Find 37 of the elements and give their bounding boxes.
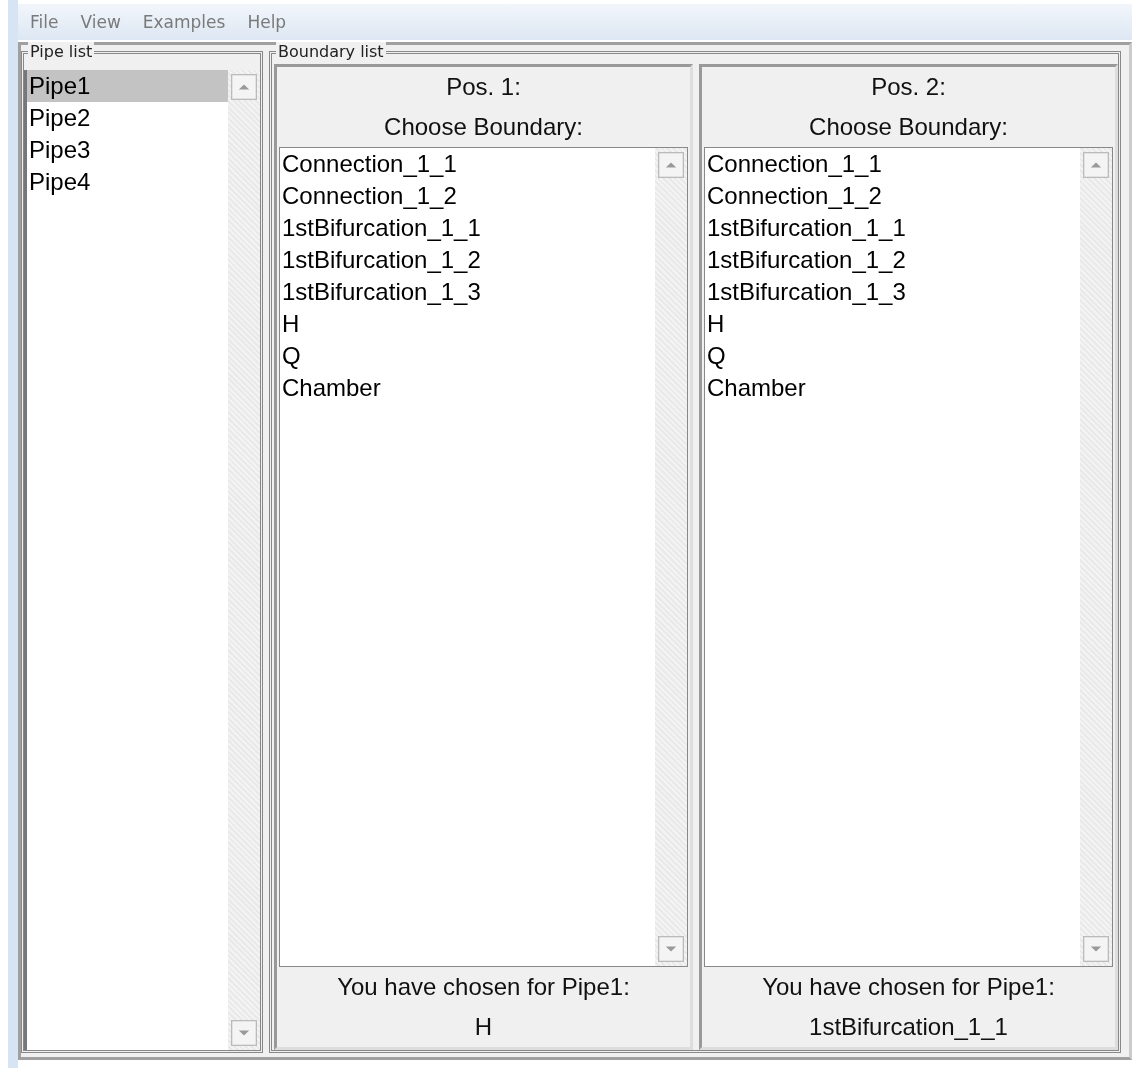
- chosen-value: 1stBifurcation_1_1: [808, 1012, 1009, 1042]
- group-title: Pipe list: [28, 42, 95, 61]
- pipe-list-item[interactable]: Pipe3: [27, 134, 228, 166]
- scrollbar[interactable]: [655, 148, 687, 966]
- group-title: Boundary list: [276, 42, 386, 61]
- menu-item[interactable]: File: [30, 12, 59, 32]
- chosen-label: You have chosen for Pipe1:: [761, 972, 1056, 1002]
- boundary-list-item[interactable]: Chamber: [705, 372, 1080, 404]
- boundary-list-item[interactable]: Connection_1_2: [280, 180, 655, 212]
- boundary-list-item[interactable]: 1stBifurcation_1_3: [705, 276, 1080, 308]
- position-heading: Pos. 1:: [445, 72, 522, 102]
- chosen-label: You have chosen for Pipe1:: [336, 972, 631, 1002]
- chosen-value: H: [473, 1012, 494, 1042]
- pipe-list-item[interactable]: Pipe2: [27, 102, 228, 134]
- scrollbar[interactable]: [228, 70, 260, 1050]
- boundary-list-item[interactable]: 1stBifurcation_1_1: [705, 212, 1080, 244]
- boundary-list-item[interactable]: 1stBifurcation_1_2: [280, 244, 655, 276]
- boundary-list-item[interactable]: Connection_1_1: [280, 148, 655, 180]
- pipe-list-item[interactable]: Pipe4: [27, 166, 228, 198]
- boundary-list-item[interactable]: Connection_1_2: [705, 180, 1080, 212]
- menu-item[interactable]: Help: [247, 12, 287, 32]
- boundary-list-item[interactable]: Q: [705, 340, 1080, 372]
- boundary-list-item[interactable]: Connection_1_1: [705, 148, 1080, 180]
- boundary-list-item[interactable]: 1stBifurcation_1_3: [280, 276, 655, 308]
- boundary-list-item[interactable]: H: [280, 308, 655, 340]
- choose-prompt: Choose Boundary:: [808, 112, 1009, 142]
- boundary-list-item[interactable]: H: [705, 308, 1080, 340]
- boundary-list-item[interactable]: 1stBifurcation_1_2: [705, 244, 1080, 276]
- scrollbar[interactable]: [1080, 148, 1112, 966]
- pipe-list-item[interactable]: Pipe1: [27, 70, 228, 102]
- boundary-list-item[interactable]: Q: [280, 340, 655, 372]
- choose-prompt: Choose Boundary:: [383, 112, 584, 142]
- boundary-list-item[interactable]: 1stBifurcation_1_1: [280, 212, 655, 244]
- boundary-list-item[interactable]: Chamber: [280, 372, 655, 404]
- position-heading: Pos. 2:: [870, 72, 947, 102]
- menu-item[interactable]: View: [80, 12, 121, 32]
- menu-item[interactable]: Examples: [142, 12, 226, 32]
